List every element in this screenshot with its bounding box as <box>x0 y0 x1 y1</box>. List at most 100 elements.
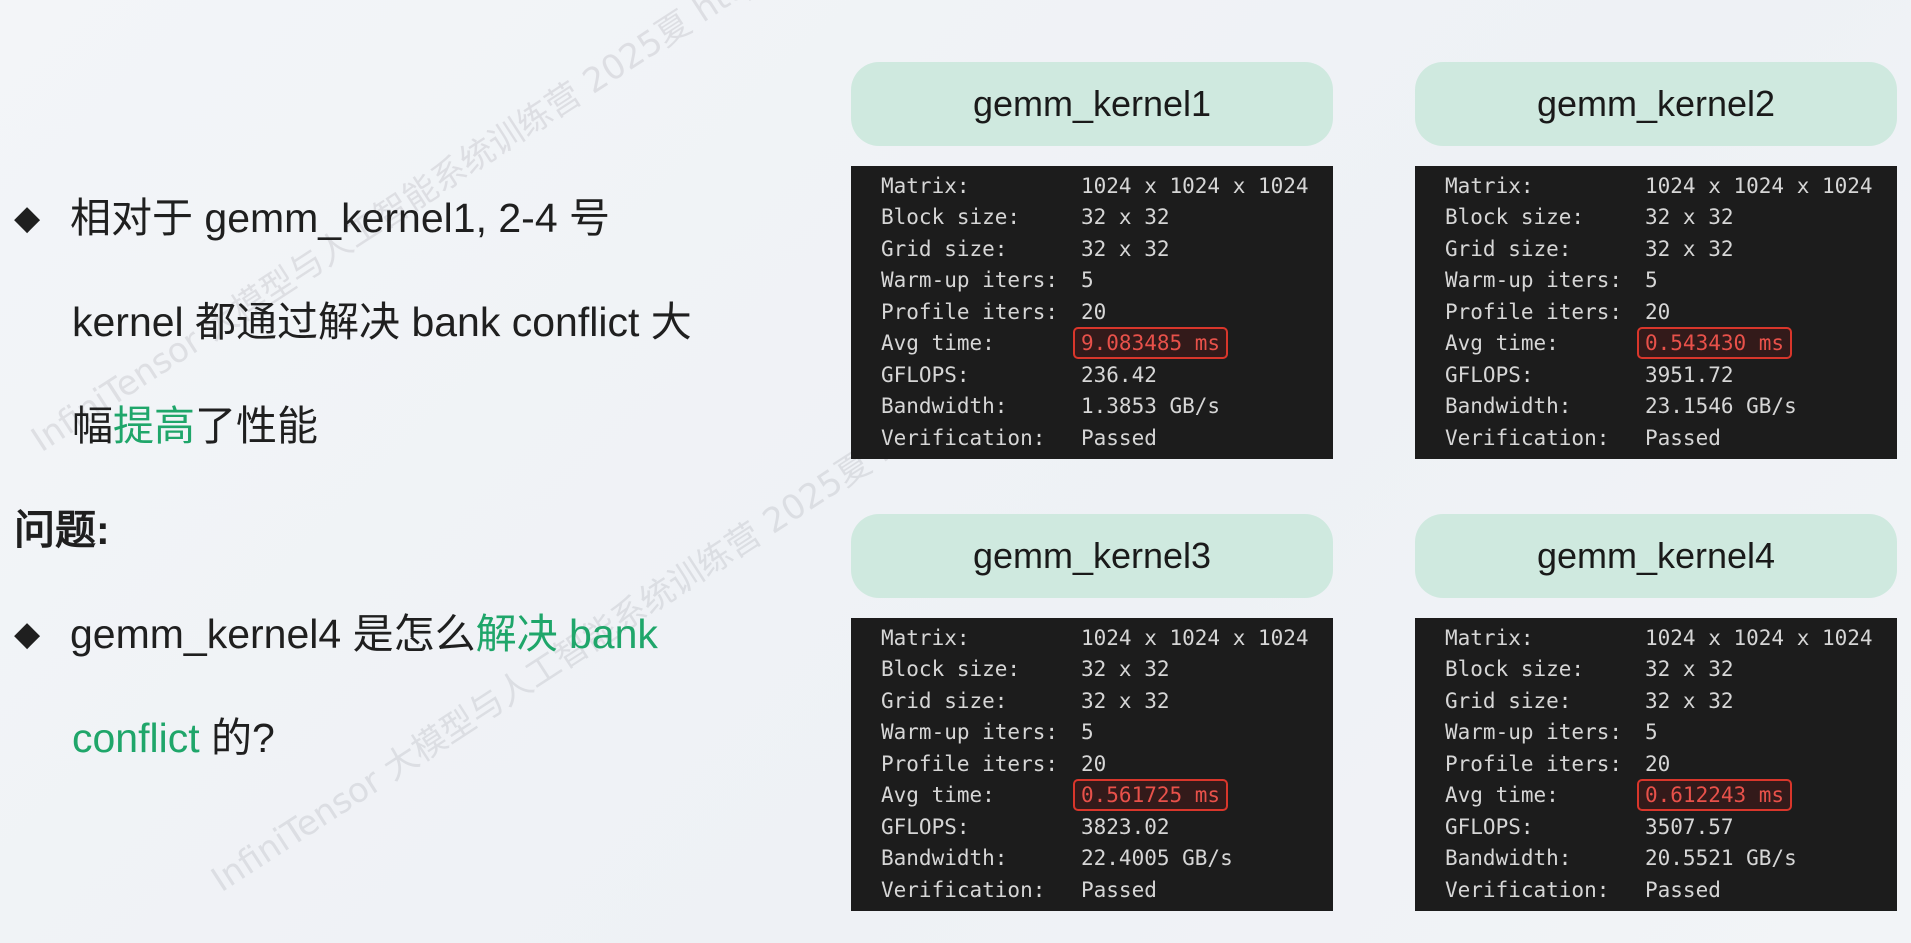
kernel3-row-avg-time: Avg time: 0.561725 ms <box>851 779 1333 812</box>
row-key: Matrix: <box>881 625 970 650</box>
row-value: 20 <box>1645 299 1671 324</box>
row-value: 1024 x 1024 x 1024 <box>1645 173 1873 198</box>
row-value: 236.42 <box>1081 362 1157 387</box>
row-value: 1024 x 1024 x 1024 <box>1645 625 1873 650</box>
row-value: 32 x 32 <box>1645 688 1734 713</box>
avg-time-highlight: 0.612243 ms <box>1637 779 1793 812</box>
row-value: 5 <box>1645 720 1658 745</box>
row-value: 32 x 32 <box>1081 688 1170 713</box>
row-value: 1.3853 GB/s <box>1081 394 1221 419</box>
bullet-line-1: ◆ 相对于 gemm_kernel1, 2-4 号 <box>14 198 610 239</box>
question-label: 问题: <box>14 507 110 553</box>
row-key: GFLOPS: <box>1445 814 1534 839</box>
kernel2-row-block-size: Block size: 32 x 32 <box>1415 202 1897 234</box>
kernel4-row-block-size: Block size: 32 x 32 <box>1415 654 1897 686</box>
row-key: Matrix: <box>1445 173 1534 198</box>
kernel4-row-grid-size: Grid size: 32 x 32 <box>1415 685 1897 717</box>
kernel4-row-matrix: Matrix: 1024 x 1024 x 1024 <box>1415 622 1897 654</box>
row-key: Matrix: <box>881 173 970 198</box>
row-value: 32 x 32 <box>1645 205 1734 230</box>
kernel4-row-warmup: Warm-up iters: 5 <box>1415 717 1897 749</box>
row-key: GFLOPS: <box>1445 362 1534 387</box>
kernel1-row-grid-size: Grid size: 32 x 32 <box>851 233 1333 265</box>
row-key: Verification: <box>881 425 1046 450</box>
kernel3-row-matrix: Matrix: 1024 x 1024 x 1024 <box>851 622 1333 654</box>
row-value: 32 x 32 <box>1081 236 1170 261</box>
row-key: Warm-up iters: <box>881 720 1059 745</box>
q-line2-text: 的? <box>199 715 275 761</box>
kernel1-row-bandwidth: Bandwidth: 1.3853 GB/s <box>851 391 1333 423</box>
row-key: Verification: <box>1445 425 1610 450</box>
line2-text: kernel 都通过解决 bank conflict 大 <box>72 299 692 345</box>
row-key: Warm-up iters: <box>1445 720 1623 745</box>
avg-time-highlight: 0.561725 ms <box>1073 779 1229 812</box>
row-value: 22.4005 GB/s <box>1081 846 1233 871</box>
row-value: 3951.72 <box>1645 362 1734 387</box>
row-key: Bandwidth: <box>1445 846 1572 871</box>
row-value: 1024 x 1024 x 1024 <box>1081 625 1309 650</box>
row-value: Passed <box>1645 425 1721 450</box>
kernel1-row-matrix: Matrix: 1024 x 1024 x 1024 <box>851 170 1333 202</box>
avg-time-highlight: 9.083485 ms <box>1073 327 1229 360</box>
kernel2-row-gflops: GFLOPS: 3951.72 <box>1415 359 1897 391</box>
row-key: Avg time: <box>1445 783 1559 808</box>
row-key: Grid size: <box>1445 236 1572 261</box>
row-key: Block size: <box>881 657 1021 682</box>
kernel3-title: gemm_kernel3 <box>851 514 1333 598</box>
row-key: Verification: <box>1445 877 1610 902</box>
line3-text-b: 了性能 <box>195 403 318 449</box>
kernel2-row-verification: Verification: Passed <box>1415 422 1897 454</box>
kernel4-row-gflops: GFLOPS: 3507.57 <box>1415 811 1897 843</box>
q-line1-green: 解决 bank <box>475 611 658 657</box>
kernel4-row-bandwidth: Bandwidth: 20.5521 GB/s <box>1415 843 1897 875</box>
kernel2-row-bandwidth: Bandwidth: 23.1546 GB/s <box>1415 391 1897 423</box>
kernel1-row-warmup: Warm-up iters: 5 <box>851 265 1333 297</box>
question-line-2: conflict 的? <box>72 718 275 759</box>
q-line1-text: gemm_kernel4 是怎么 <box>70 611 476 657</box>
row-key: Avg time: <box>881 783 995 808</box>
kernel4-row-profile: Profile iters: 20 <box>1415 748 1897 780</box>
kernel1-title: gemm_kernel1 <box>851 62 1333 146</box>
row-key: Avg time: <box>1445 331 1559 356</box>
row-value: 3507.57 <box>1645 814 1734 839</box>
row-key: Grid size: <box>881 236 1008 261</box>
row-key: Warm-up iters: <box>881 268 1059 293</box>
row-key: Profile iters: <box>881 299 1059 324</box>
kernel3-terminal: Matrix: 1024 x 1024 x 1024 Block size: 32 … <box>851 618 1333 911</box>
row-value: 20 <box>1645 751 1671 776</box>
row-key: Matrix: <box>1445 625 1534 650</box>
row-key: Grid size: <box>1445 688 1572 713</box>
kernel1-row-profile: Profile iters: 20 <box>851 296 1333 328</box>
kernel1-terminal: Matrix: 1024 x 1024 x 1024 Block size: 32 … <box>851 166 1333 459</box>
kernel3-row-block-size: Block size: 32 x 32 <box>851 654 1333 686</box>
row-value: 20.5521 GB/s <box>1645 846 1797 871</box>
kernel2-row-profile: Profile iters: 20 <box>1415 296 1897 328</box>
kernel2-row-matrix: Matrix: 1024 x 1024 x 1024 <box>1415 170 1897 202</box>
kernel4-title: gemm_kernel4 <box>1415 514 1897 598</box>
kernel1-row-gflops: GFLOPS: 236.42 <box>851 359 1333 391</box>
row-key: Profile iters: <box>1445 751 1623 776</box>
row-key: Bandwidth: <box>1445 394 1572 419</box>
row-value: 1024 x 1024 x 1024 <box>1081 173 1309 198</box>
kernel1-row-verification: Verification: Passed <box>851 422 1333 454</box>
q-line2-green: conflict <box>72 715 200 761</box>
row-key: Verification: <box>881 877 1046 902</box>
row-value: 20 <box>1081 299 1107 324</box>
avg-time-highlight: 0.543430 ms <box>1637 327 1793 360</box>
row-value: Passed <box>1081 425 1157 450</box>
kernel2-row-avg-time: Avg time: 0.543430 ms <box>1415 327 1897 360</box>
kernel2-row-grid-size: Grid size: 32 x 32 <box>1415 233 1897 265</box>
row-key: Grid size: <box>881 688 1008 713</box>
kernel2-row-warmup: Warm-up iters: 5 <box>1415 265 1897 297</box>
row-key: Warm-up iters: <box>1445 268 1623 293</box>
kernel3-row-profile: Profile iters: 20 <box>851 748 1333 780</box>
row-key: Profile iters: <box>881 751 1059 776</box>
row-value: Passed <box>1645 877 1721 902</box>
row-value: 32 x 32 <box>1081 205 1170 230</box>
row-key: Block size: <box>881 205 1021 230</box>
row-value: 5 <box>1081 268 1094 293</box>
line3-green: 提高 <box>113 403 195 449</box>
question-line-1: ◆ gemm_kernel4 是怎么解决 bank <box>14 614 658 655</box>
row-key: Bandwidth: <box>881 394 1008 419</box>
row-value: 5 <box>1645 268 1658 293</box>
